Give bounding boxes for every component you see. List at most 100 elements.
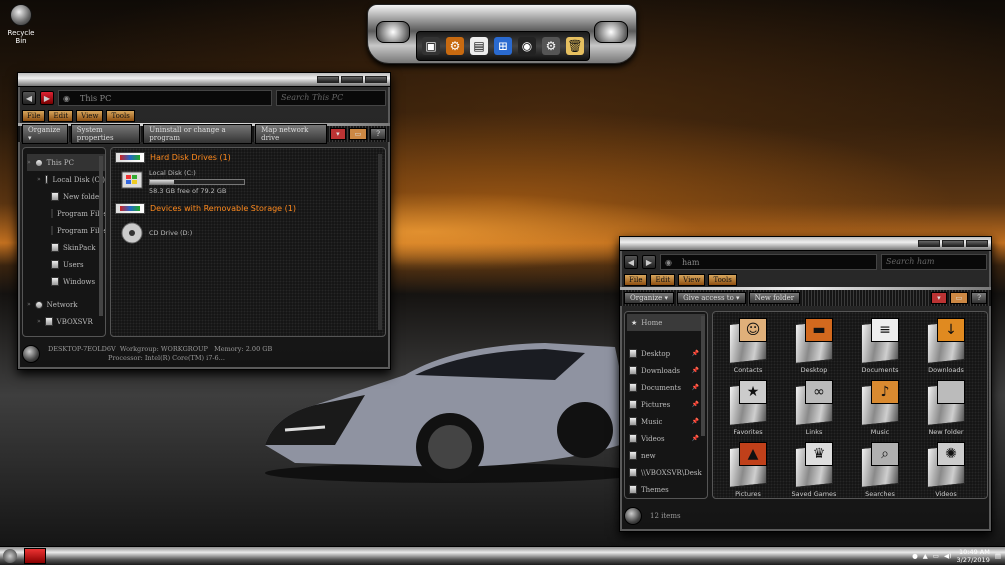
nav-tree-item[interactable]: Windows: [27, 273, 105, 290]
tray-info-icon[interactable]: ●: [912, 552, 918, 560]
map-network-drive-button[interactable]: Map network drive: [255, 124, 328, 144]
quick-access-item[interactable]: Themes: [629, 481, 707, 498]
hard-disk-drives-header[interactable]: Hard Disk Drives (1): [115, 152, 381, 163]
nav-tree-item[interactable]: Program Files: [27, 222, 105, 239]
expand-arrow-icon[interactable]: »: [27, 301, 31, 308]
uninstall-program-button[interactable]: Uninstall or change a program: [143, 124, 253, 144]
nav-tree-item[interactable]: » Network: [27, 296, 105, 313]
tray-network-icon[interactable]: ▭: [933, 552, 939, 560]
forward-button[interactable]: ▶: [642, 255, 656, 269]
menu-file[interactable]: File: [624, 274, 648, 286]
dock-app-icon[interactable]: ▣: [422, 37, 440, 55]
tray-arrow-icon[interactable]: ▲: [923, 552, 928, 560]
pin-icon[interactable]: 📌: [692, 367, 699, 374]
folder-tile[interactable]: ♛ Saved Games: [781, 440, 847, 498]
expand-arrow-icon[interactable]: »: [27, 159, 31, 166]
quick-access-item[interactable]: Desktop 📌: [629, 345, 707, 362]
forward-button[interactable]: ▶: [40, 91, 54, 105]
folder-tile[interactable]: ♪ Music: [847, 378, 913, 436]
nav-scrollbar[interactable]: [99, 156, 103, 316]
local-disk-item[interactable]: Local Disk (C:) 58.3 GB free of 79.2 GB: [121, 169, 381, 195]
menu-edit[interactable]: Edit: [650, 274, 676, 286]
organize-button[interactable]: Organize ▾: [22, 124, 68, 144]
menu-edit[interactable]: Edit: [48, 110, 74, 122]
dock-windows-icon[interactable]: ⊞: [494, 37, 512, 55]
quick-access-item[interactable]: Downloads 📌: [629, 362, 707, 379]
back-button[interactable]: ◀: [624, 255, 638, 269]
nav-scrollbar[interactable]: [701, 316, 705, 436]
nav-tree-item[interactable]: » This PC: [27, 154, 105, 171]
view-options-icon[interactable]: ▾: [931, 292, 947, 304]
nav-tree-item[interactable]: » VBOXSVR: [27, 313, 105, 330]
dock-trash-icon[interactable]: 🗑: [566, 37, 584, 55]
back-button[interactable]: ◀: [22, 91, 36, 105]
quick-access-item[interactable]: new: [629, 447, 707, 464]
dock-gear-icon[interactable]: ⚙: [542, 37, 560, 55]
address-bar[interactable]: ◉ ham: [660, 254, 877, 270]
tray-volume-icon[interactable]: ◀): [944, 552, 952, 560]
clock[interactable]: 10:49 AM 3/27/2019: [957, 548, 990, 564]
folder-tile[interactable]: ⌕ Searches: [847, 440, 913, 498]
menu-tools[interactable]: Tools: [106, 110, 135, 122]
folder-tile[interactable]: ▲ Pictures: [715, 440, 781, 498]
nav-tree-item[interactable]: Users: [27, 256, 105, 273]
expand-arrow-icon[interactable]: »: [37, 318, 41, 325]
recycle-bin-desktop-icon[interactable]: Recycle Bin: [3, 4, 39, 45]
minimize-button[interactable]: [317, 76, 339, 83]
nav-tree-item[interactable]: SkinPack: [27, 239, 105, 256]
nav-tree-item[interactable]: Program Files: [27, 205, 105, 222]
removable-storage-header[interactable]: Devices with Removable Storage (1): [115, 203, 381, 214]
folder-tile[interactable]: New folder: [913, 378, 979, 436]
help-icon[interactable]: ?: [370, 128, 386, 140]
maximize-button[interactable]: [341, 76, 363, 83]
close-button[interactable]: [365, 76, 387, 83]
quick-access-item[interactable]: Videos 📌: [629, 430, 707, 447]
new-folder-button[interactable]: New folder: [748, 292, 801, 304]
folder-tile[interactable]: ↓ Downloads: [913, 316, 979, 374]
dock-explorer-icon[interactable]: ▤: [470, 37, 488, 55]
menu-tools[interactable]: Tools: [708, 274, 737, 286]
nav-tree-item[interactable]: New folder: [27, 188, 105, 205]
quick-access-item[interactable]: Documents 📌: [629, 379, 707, 396]
minimize-button[interactable]: [918, 240, 940, 247]
folder-tile[interactable]: ∞ Links: [781, 378, 847, 436]
maximize-button[interactable]: [942, 240, 964, 247]
close-button[interactable]: [966, 240, 988, 247]
pin-icon[interactable]: 📌: [692, 418, 699, 425]
window-title-bar[interactable]: [18, 73, 390, 87]
pin-icon[interactable]: 📌: [692, 384, 699, 391]
preview-pane-icon[interactable]: ▭: [348, 128, 368, 140]
preview-pane-icon[interactable]: ▭: [949, 292, 969, 304]
help-icon[interactable]: ?: [971, 292, 987, 304]
folder-tile[interactable]: ≡ Documents: [847, 316, 913, 374]
cd-drive-item[interactable]: CD Drive (D:): [121, 222, 381, 244]
dock-settings-icon[interactable]: ⚙: [446, 37, 464, 55]
folder-tile[interactable]: ☺ Contacts: [715, 316, 781, 374]
pin-icon[interactable]: 📌: [692, 435, 699, 442]
folder-tile[interactable]: ✺ Videos: [913, 440, 979, 498]
menu-view[interactable]: View: [678, 274, 706, 286]
start-button[interactable]: [3, 549, 17, 563]
view-options-icon[interactable]: ▾: [330, 128, 346, 140]
window-title-bar[interactable]: [620, 237, 991, 251]
quick-access-item[interactable]: Pictures 📌: [629, 396, 707, 413]
content-scrollbar[interactable]: [378, 154, 382, 330]
folder-tile[interactable]: ★ Favorites: [715, 378, 781, 436]
nav-tree-item[interactable]: » Local Disk (C:): [27, 171, 105, 188]
menu-file[interactable]: File: [22, 110, 46, 122]
home-nav-item[interactable]: ★ Home: [627, 314, 705, 331]
address-bar[interactable]: ◉ This PC: [58, 90, 272, 106]
expand-arrow-icon[interactable]: »: [37, 176, 41, 183]
folder-tile[interactable]: ▬ Desktop: [781, 316, 847, 374]
menu-view[interactable]: View: [76, 110, 104, 122]
pin-icon[interactable]: 📌: [692, 350, 699, 357]
pin-icon[interactable]: 📌: [692, 401, 699, 408]
system-properties-button[interactable]: System properties: [70, 124, 141, 144]
quick-access-item[interactable]: \\VBOXSVR\Desk: [629, 464, 707, 481]
organize-button[interactable]: Organize ▾: [624, 292, 675, 304]
dock-media-icon[interactable]: ◉: [518, 37, 536, 55]
quick-access-item[interactable]: Music 📌: [629, 413, 707, 430]
notification-icon[interactable]: ▤: [995, 552, 1001, 560]
give-access-button[interactable]: Give access to ▾: [677, 292, 746, 304]
search-input[interactable]: Search ham: [881, 254, 987, 270]
